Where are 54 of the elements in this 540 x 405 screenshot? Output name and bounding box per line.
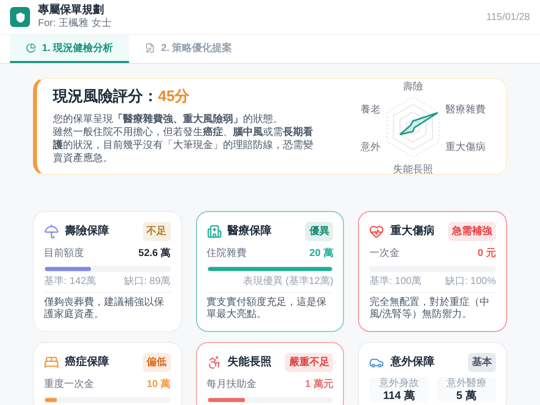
card-title: 癌症保障 — [65, 354, 109, 370]
summary-text: 您的保單呈現「醫療雜費強、重大風險弱」的狀態。 — [53, 112, 284, 126]
metric-value: 10 萬 — [146, 378, 171, 392]
shield-icon — [14, 12, 26, 22]
stat-value: 114 萬 — [383, 391, 415, 402]
card-title: 重大傷病 — [390, 224, 434, 240]
card-title: 醫療保障 — [228, 224, 272, 240]
stat-label: 意外醫療 — [446, 379, 486, 389]
status-badge: 優異 — [305, 222, 334, 241]
card-description: 僅夠喪葬費，建議補強以保護家庭資產。 — [44, 292, 171, 321]
card-description: 實支實付額度充足，這是保單最大亮點。 — [206, 292, 334, 321]
baseline-note: 基準: 142萬 — [44, 277, 96, 287]
metric-label: 目前額度 — [44, 246, 84, 261]
metric-label: 住院雜費 — [206, 246, 247, 261]
radar-data-shape — [399, 112, 438, 136]
radar-label: 重大傷病 — [445, 142, 486, 153]
tab[interactable]: 2. 策略優化提案 — [129, 35, 248, 63]
edit-icon — [145, 43, 156, 53]
status-badge: 不足 — [142, 222, 171, 241]
score-title: 現況風險評分： — [53, 88, 158, 106]
radar-label: 失能長照 — [393, 164, 433, 174]
radar-label: 醫療雜費 — [445, 104, 486, 116]
baseline-note: 基準: 100萬 — [369, 277, 422, 287]
radar-label: 壽險 — [403, 82, 423, 92]
metric-value: 20 萬 — [309, 246, 334, 261]
tab[interactable]: 1. 現況健檢分析 — [10, 35, 130, 63]
card-description: 完全無配置，對於重症（中風/洗腎等）無防禦力。 — [369, 292, 496, 321]
radar-label: 養老 — [360, 104, 381, 116]
gap-note: 缺口: 89萬 — [124, 277, 171, 287]
summary-text: 雖然一般住院不用擔心，但若發生癌症、腦中風或需長期看護的狀況，目前幾乎沒有「大筆現金」的理賠防線，恐需變賣資產應急。 — [53, 126, 314, 165]
card-title: 失能長照 — [228, 354, 272, 370]
metric-label: 每月扶助金 — [206, 378, 257, 392]
metric-label: 重度一次金 — [44, 378, 94, 392]
app-title: 專屬保單規劃 — [38, 4, 105, 18]
metric-value: 52.6 萬 — [138, 246, 171, 261]
metric-value: 0 元 — [478, 247, 496, 261]
status-badge: 基本 — [468, 353, 496, 372]
card-title: 意外保障 — [390, 354, 434, 370]
pie-chart-icon — [26, 43, 36, 53]
status-badge: 偏低 — [142, 353, 171, 372]
client-name: For: 王楓雅 女士 — [38, 18, 112, 30]
metric-value: 1 萬元 — [304, 378, 334, 392]
radar-grid — [386, 96, 440, 158]
score-value: 45分 — [158, 88, 190, 106]
card-title: 壽險保障 — [65, 224, 109, 240]
stat-value: 5 萬 — [456, 391, 476, 402]
metric-label: 一次金 — [369, 247, 400, 261]
status-badge: 嚴重不足 — [285, 353, 334, 372]
radar-label: 意外 — [360, 142, 381, 153]
date-label: 115/01/28 — [486, 10, 530, 24]
gap-note: 表現優異 (基準12萬) — [242, 277, 334, 287]
stat-label: 意外身故 — [378, 379, 419, 389]
gap-note: 缺口: 100% — [444, 277, 496, 287]
status-badge: 急需補強 — [448, 222, 496, 241]
